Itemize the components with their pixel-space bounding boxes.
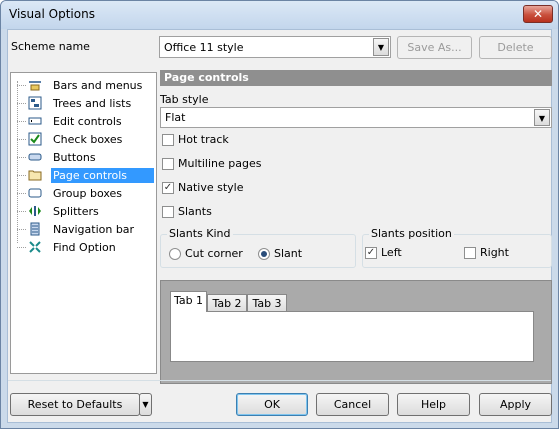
tree-item-buttons[interactable]: Buttons bbox=[11, 148, 156, 166]
tree-item-label: Group boxes bbox=[53, 187, 123, 200]
tree-item-label: Navigation bar bbox=[53, 223, 135, 236]
hot-track-label: Hot track bbox=[178, 133, 229, 146]
slants-kind-group: Slants Kind Cut corner Slant bbox=[160, 227, 356, 268]
cut-corner-label: Cut corner bbox=[185, 247, 243, 260]
chevron-down-icon[interactable]: ▼ bbox=[373, 38, 389, 56]
reset-to-defaults-button[interactable]: Reset to Defaults bbox=[10, 393, 140, 416]
scheme-name-combo[interactable]: Office 11 style ▼ bbox=[159, 36, 391, 58]
tree-item-group-boxes[interactable]: Group boxes bbox=[11, 184, 156, 202]
trees-lists-icon bbox=[28, 96, 42, 110]
tree-item-label: Find Option bbox=[53, 241, 116, 254]
right-checkbox[interactable] bbox=[464, 247, 476, 259]
dialog-client: Scheme name Office 11 style ▼ Save As...… bbox=[7, 29, 552, 423]
panel-header: Page controls bbox=[160, 70, 552, 86]
folder-icon bbox=[28, 170, 42, 181]
tab-style-combo[interactable]: Flat ▼ bbox=[160, 107, 552, 128]
save-as-button[interactable]: Save As... bbox=[397, 36, 472, 59]
tree-item-label: Buttons bbox=[53, 151, 96, 164]
close-icon: ✕ bbox=[532, 7, 544, 21]
left-label: Left bbox=[381, 246, 402, 259]
button-icon bbox=[28, 153, 42, 161]
bars-menus-icon bbox=[29, 81, 41, 91]
chevron-down-icon[interactable]: ▼ bbox=[534, 109, 550, 126]
preview-tab-1[interactable]: Tab 1 bbox=[170, 291, 207, 312]
tree-item-find-option[interactable]: Find Option bbox=[11, 238, 156, 256]
tree-item-trees-lists[interactable]: Trees and lists bbox=[11, 94, 156, 112]
left-checkbox[interactable]: ✓ bbox=[365, 247, 377, 259]
close-button[interactable]: ✕ bbox=[523, 5, 553, 23]
slants-position-label: Slants position bbox=[369, 227, 454, 240]
navigation-bar-icon bbox=[30, 222, 40, 236]
tree-item-splitters[interactable]: Splitters bbox=[11, 202, 156, 220]
slant-radio[interactable] bbox=[258, 248, 270, 260]
tree-item-check-boxes[interactable]: Check boxes bbox=[11, 130, 156, 148]
tab-style-label: Tab style bbox=[160, 93, 209, 106]
preview-tab-2[interactable]: Tab 2 bbox=[207, 294, 247, 312]
chevron-down-icon: ▼ bbox=[142, 400, 149, 409]
tree-item-label: Page controls bbox=[51, 168, 154, 183]
tree-item-navigation-bar[interactable]: Navigation bar bbox=[11, 220, 156, 238]
tree-item-edit-controls[interactable]: Edit controls bbox=[11, 112, 156, 130]
find-option-icon bbox=[29, 241, 41, 253]
reset-label: Reset to Defaults bbox=[27, 398, 123, 411]
slant-label: Slant bbox=[274, 247, 303, 260]
hot-track-checkbox[interactable] bbox=[162, 134, 174, 146]
cut-corner-radio[interactable] bbox=[169, 248, 181, 260]
delete-button[interactable]: Delete bbox=[479, 36, 552, 59]
tree-item-label: Bars and menus bbox=[53, 79, 143, 92]
tree-item-label: Edit controls bbox=[53, 115, 122, 128]
slants-label: Slants bbox=[178, 205, 212, 218]
native-style-label: Native style bbox=[178, 181, 244, 194]
right-label: Right bbox=[480, 246, 509, 259]
slants-position-group: Slants position ✓ Left Right bbox=[362, 227, 552, 268]
footer-separator bbox=[8, 380, 551, 381]
tab-preview-area: Tab 1 Tab 2 Tab 3 bbox=[160, 280, 552, 384]
splitter-icon bbox=[29, 206, 41, 216]
visual-options-window: Visual Options ✕ Scheme name Office 11 s… bbox=[0, 0, 559, 429]
native-style-checkbox[interactable]: ✓ bbox=[162, 182, 174, 194]
check-box-icon bbox=[28, 132, 42, 146]
preview-tab-page bbox=[170, 311, 534, 362]
group-box-icon bbox=[28, 188, 42, 198]
ok-button[interactable]: OK bbox=[236, 393, 308, 416]
slants-checkbox[interactable] bbox=[162, 206, 174, 218]
cancel-button[interactable]: Cancel bbox=[316, 393, 389, 416]
tree-item-page-controls[interactable]: Page controls bbox=[11, 166, 156, 184]
page-controls-panel: Page controls Tab style Flat ▼ Hot track… bbox=[160, 70, 552, 385]
tab-style-value: Flat bbox=[165, 111, 186, 124]
scheme-name-value: Office 11 style bbox=[164, 41, 244, 54]
scheme-name-label: Scheme name bbox=[11, 40, 90, 53]
preview-tab-3[interactable]: Tab 3 bbox=[247, 294, 287, 312]
slants-kind-label: Slants Kind bbox=[167, 227, 233, 240]
multiline-pages-label: Multiline pages bbox=[178, 157, 262, 170]
help-button[interactable]: Help bbox=[397, 393, 470, 416]
tree-item-label: Splitters bbox=[53, 205, 99, 218]
reset-dropdown-button[interactable]: ▼ bbox=[139, 393, 152, 416]
options-tree[interactable]: Bars and menus Trees and lists Edit cont… bbox=[10, 72, 157, 374]
edit-controls-icon bbox=[28, 117, 42, 125]
tree-item-label: Check boxes bbox=[53, 133, 123, 146]
apply-button[interactable]: Apply bbox=[479, 393, 552, 416]
multiline-pages-checkbox[interactable] bbox=[162, 158, 174, 170]
window-title: Visual Options bbox=[9, 7, 95, 21]
title-bar[interactable]: Visual Options ✕ bbox=[1, 1, 558, 29]
tree-item-bars-menus[interactable]: Bars and menus bbox=[11, 76, 156, 94]
tree-item-label: Trees and lists bbox=[53, 97, 132, 110]
